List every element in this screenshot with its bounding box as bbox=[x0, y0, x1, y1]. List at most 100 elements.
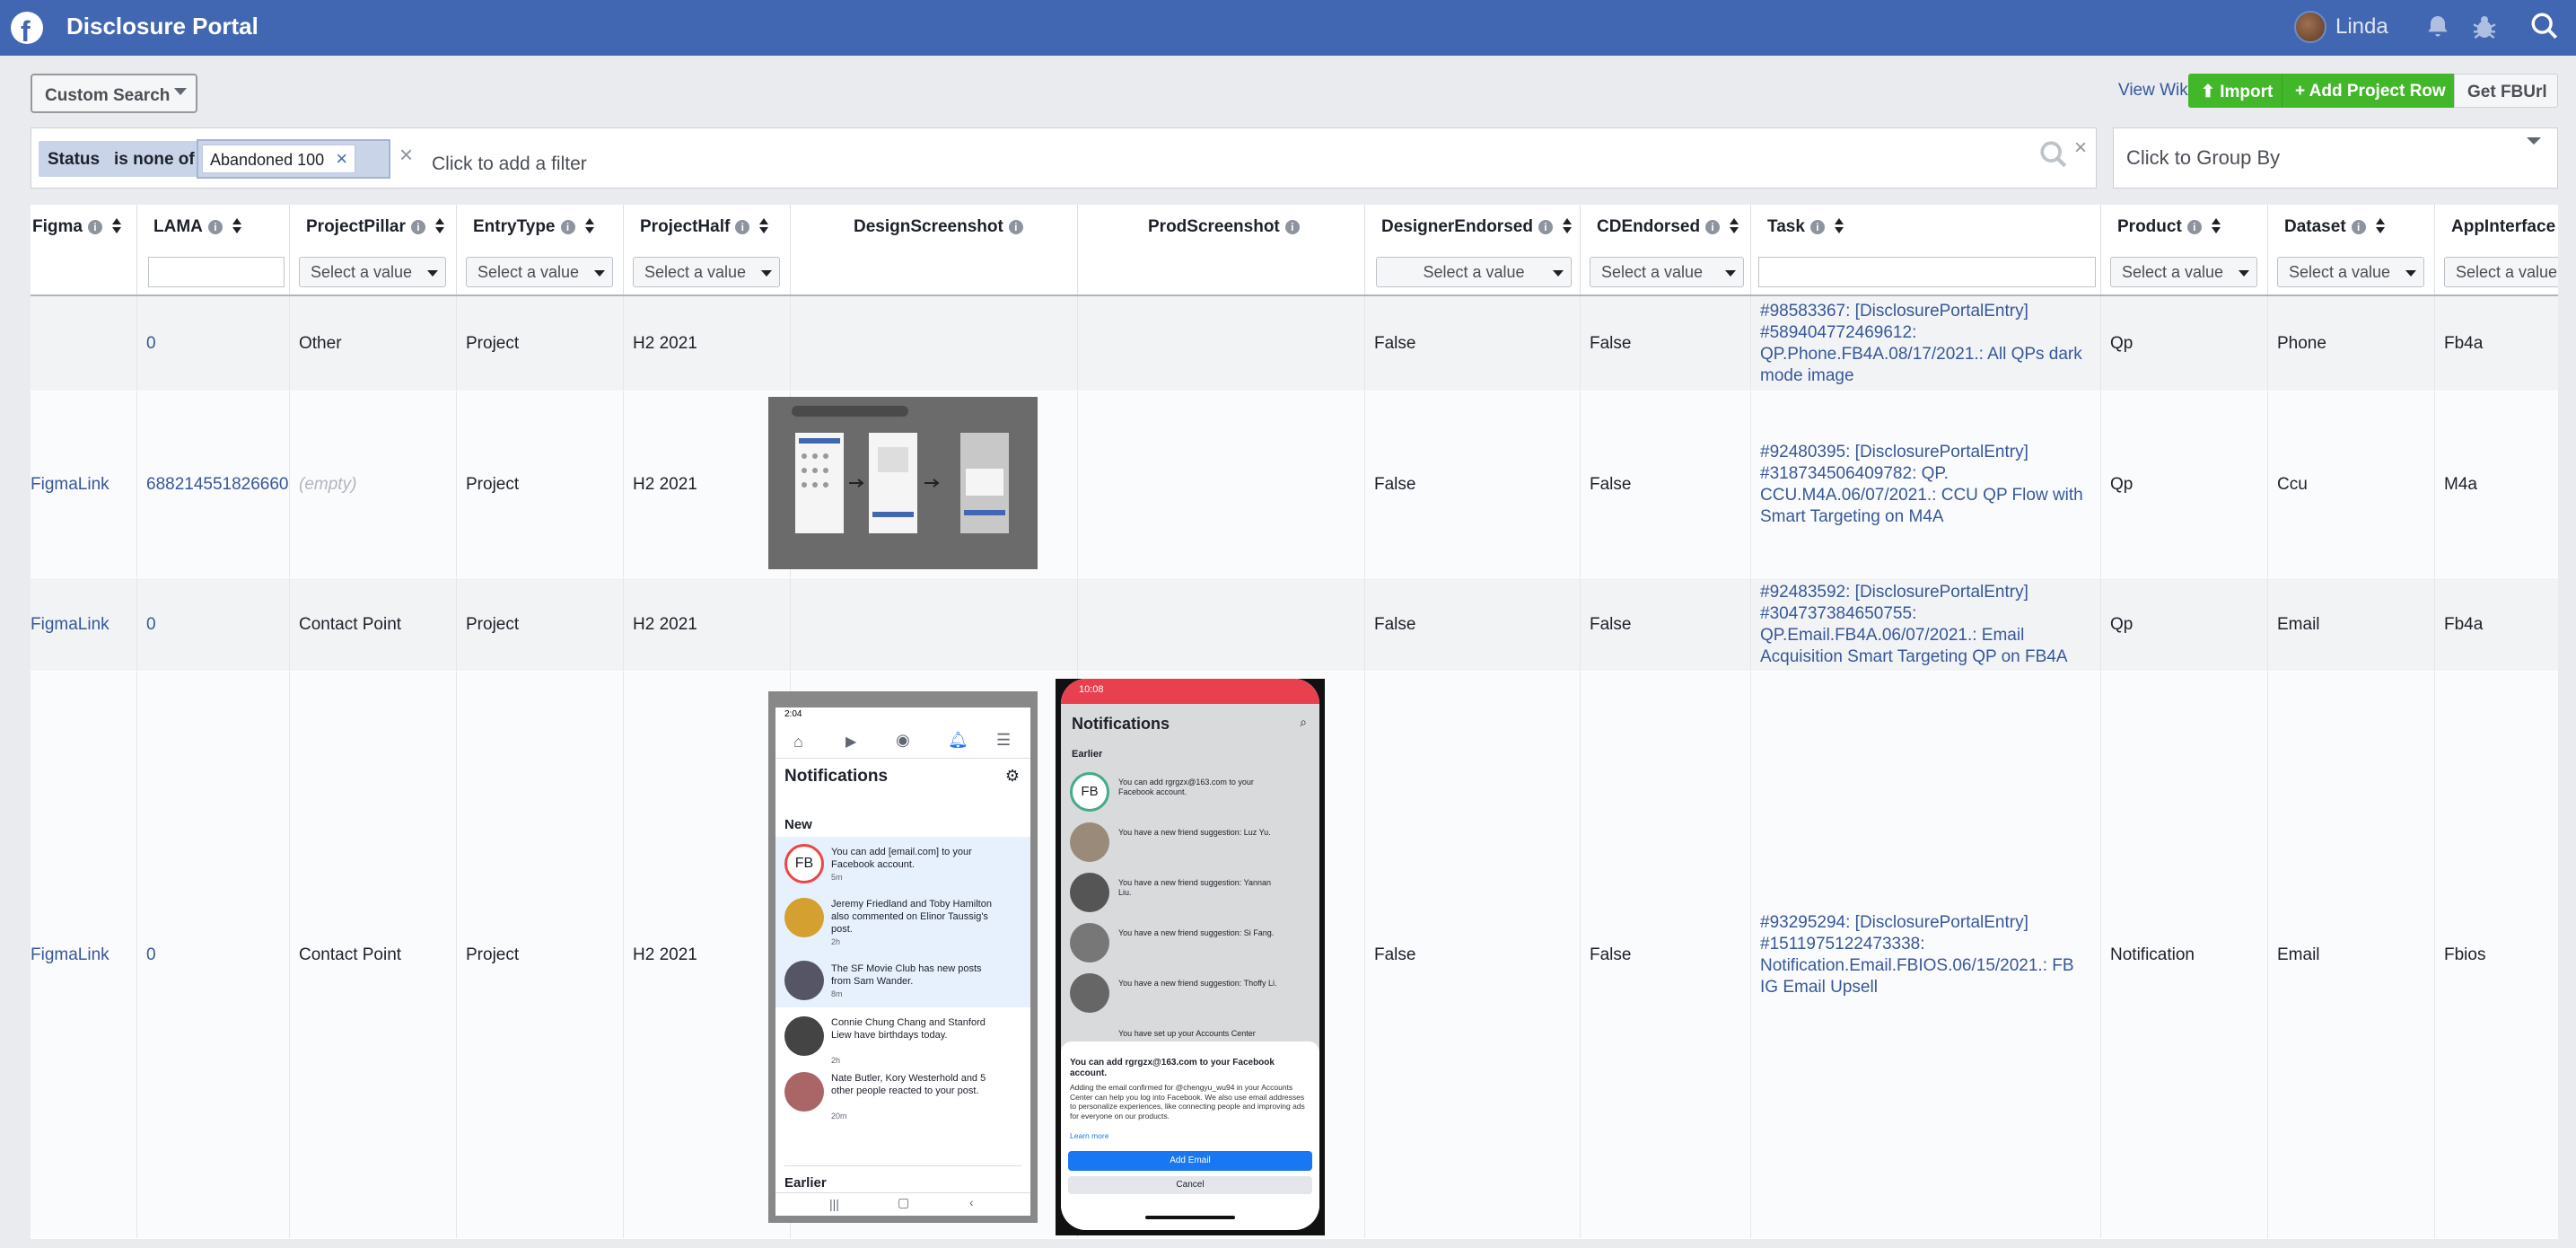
get-fburl-button[interactable]: Get FBUrl bbox=[2454, 74, 2558, 108]
task-link[interactable]: #93295294: [DisclosurePortalEntry] #1511… bbox=[1751, 672, 2101, 1238]
custom-search-dropdown[interactable]: Custom Search bbox=[31, 74, 197, 113]
info-icon[interactable]: i bbox=[1284, 220, 1300, 234]
filter-values[interactable]: Abandoned 100 × bbox=[197, 139, 390, 179]
column-header-designscreenshot[interactable]: DesignScreenshot i bbox=[791, 205, 1078, 294]
info-icon[interactable]: i bbox=[207, 220, 223, 234]
task-link[interactable]: #98583367: [DisclosurePortalEntry] #5894… bbox=[1751, 296, 2101, 391]
sort-icon[interactable] bbox=[111, 218, 122, 234]
info-icon[interactable]: i bbox=[410, 220, 425, 234]
close-icon[interactable]: × bbox=[2074, 136, 2087, 161]
column-header-product[interactable]: Product i Select a value bbox=[2101, 205, 2268, 294]
figma-cell[interactable] bbox=[31, 296, 137, 391]
facebook-logo-icon[interactable]: f bbox=[11, 12, 43, 48]
task-link[interactable]: #92483592: [DisclosurePortalEntry] #3047… bbox=[1751, 578, 2101, 671]
info-icon[interactable]: i bbox=[87, 220, 102, 234]
product-filter-select[interactable]: Select a value bbox=[2110, 257, 2257, 287]
sheet-body: Adding the email confirmed for @chengyu_… bbox=[1070, 1083, 1305, 1121]
info-icon[interactable]: i bbox=[1809, 220, 1825, 234]
fb-avatar-icon: FB bbox=[784, 844, 824, 883]
avatar bbox=[784, 1072, 824, 1112]
chevron-down-icon bbox=[1725, 270, 1736, 277]
entrytype-filter-select[interactable]: Select a value bbox=[466, 257, 613, 287]
sort-icon[interactable] bbox=[584, 218, 595, 234]
figma-cell[interactable]: FigmaLink bbox=[31, 578, 137, 671]
info-icon[interactable]: i bbox=[2186, 220, 2202, 234]
info-icon[interactable]: i bbox=[1538, 220, 1553, 234]
sort-icon[interactable] bbox=[1729, 218, 1739, 234]
column-header-projectpillar[interactable]: ProjectPillar i Select a value bbox=[290, 205, 457, 294]
info-icon[interactable]: i bbox=[1705, 220, 1721, 234]
lama-filter-input[interactable] bbox=[148, 257, 285, 287]
info-icon[interactable]: i bbox=[560, 220, 575, 234]
task-link[interactable]: #92480395: [DisclosurePortalEntry] #3187… bbox=[1751, 391, 2101, 577]
table-row[interactable]: FigmaLink 0 Contact Point Project H2 202… bbox=[31, 578, 2558, 672]
remove-value-icon[interactable]: × bbox=[336, 147, 347, 171]
column-header-lama[interactable]: LAMA i bbox=[137, 205, 290, 294]
info-icon[interactable]: i bbox=[735, 220, 750, 234]
group-by-dropdown[interactable]: Click to Group By bbox=[2113, 127, 2558, 189]
clear-filter-icon[interactable]: × bbox=[399, 141, 413, 169]
info-icon[interactable]: i bbox=[2351, 220, 2366, 234]
add-filter-input[interactable]: Click to add a filter bbox=[432, 154, 587, 175]
column-label: LAMA bbox=[153, 217, 203, 236]
chevron-down-icon bbox=[2405, 270, 2416, 277]
lama-cell[interactable]: 0 bbox=[137, 296, 290, 391]
projectpillar-filter-select[interactable]: Select a value bbox=[299, 257, 446, 287]
filter-value-token[interactable]: Abandoned 100 × bbox=[202, 145, 356, 173]
user-name[interactable]: Linda bbox=[2335, 14, 2388, 40]
bell-icon[interactable] bbox=[2423, 13, 2452, 41]
table-row[interactable]: FigmaLink 688214551826660 (empty) Projec… bbox=[31, 391, 2558, 578]
figma-cell[interactable]: FigmaLink bbox=[31, 391, 137, 577]
filter-bar[interactable]: Status is none of Abandoned 100 × × Clic… bbox=[31, 127, 2097, 189]
phone-tab-bar: ⌂ ▶ ◉ 🔔︎ ☰ bbox=[775, 725, 1030, 759]
sort-icon[interactable] bbox=[434, 218, 445, 234]
design-screenshot-thumbnail[interactable] bbox=[768, 397, 1038, 569]
sort-icon[interactable] bbox=[1834, 218, 1844, 234]
sort-icon[interactable] bbox=[2211, 218, 2221, 234]
search-icon[interactable] bbox=[2038, 139, 2069, 170]
column-header-prodscreenshot[interactable]: ProdScreenshot i bbox=[1078, 205, 1365, 294]
lama-cell[interactable]: 688214551826660 bbox=[137, 391, 290, 577]
add-project-row-button[interactable]: + Add Project Row bbox=[2282, 74, 2454, 108]
appinterface-filter-select[interactable]: Select a value bbox=[2444, 257, 2558, 287]
column-header-dataset[interactable]: Dataset i Select a value bbox=[2268, 205, 2435, 294]
column-header-appinterface[interactable]: AppInterfacei Select a value bbox=[2435, 205, 2558, 294]
sort-icon[interactable] bbox=[2375, 218, 2386, 234]
filter-operator-chip[interactable]: is none of bbox=[105, 141, 204, 177]
cdendorsed-filter-select[interactable]: Select a value bbox=[1590, 257, 1744, 287]
designerendorsed-filter-select[interactable]: Select a value bbox=[1376, 257, 1572, 287]
figma-cell[interactable]: FigmaLink bbox=[31, 672, 137, 1238]
column-header-designerendorsed[interactable]: DesignerEndorsed i Select a value bbox=[1365, 205, 1581, 294]
sort-icon[interactable] bbox=[232, 218, 242, 234]
column-header-figma[interactable]: Figma i bbox=[31, 205, 137, 294]
cd-endorsed-cell: False bbox=[1581, 296, 1751, 391]
column-header-cdendorsed[interactable]: CDEndorsed i Select a value bbox=[1581, 205, 1751, 294]
task-filter-input[interactable] bbox=[1758, 257, 2096, 287]
view-wiki-link[interactable]: View Wiki bbox=[2118, 81, 2192, 101]
table-row[interactable]: 0 Other Project H2 2021 False False #985… bbox=[31, 296, 2558, 391]
app-title[interactable]: Disclosure Portal bbox=[66, 13, 258, 40]
sort-icon[interactable] bbox=[1562, 218, 1573, 234]
design-screenshot-thumbnail[interactable]: 2:04 ⌂ ▶ ◉ 🔔︎ ☰ Notifications ⚙ New FB Y… bbox=[768, 691, 1038, 1223]
sort-icon[interactable] bbox=[758, 218, 769, 234]
pillar-cell: Other bbox=[290, 296, 457, 391]
avatar bbox=[1070, 923, 1109, 962]
appinterface-cell: Fbios bbox=[2444, 945, 2486, 964]
import-button[interactable]: ⬆ Import bbox=[2188, 74, 2282, 108]
info-icon[interactable]: i bbox=[1008, 220, 1023, 234]
lama-cell[interactable]: 0 bbox=[137, 578, 290, 671]
column-header-projecthalf[interactable]: ProjectHalf i Select a value bbox=[624, 205, 791, 294]
search-icon[interactable] bbox=[2529, 11, 2560, 41]
filter-field-chip[interactable]: Status bbox=[39, 141, 110, 177]
dataset-filter-select[interactable]: Select a value bbox=[2277, 257, 2424, 287]
column-header-task[interactable]: Task i bbox=[1751, 205, 2101, 294]
lama-cell[interactable]: 0 bbox=[137, 672, 290, 1238]
prod-screenshot-thumbnail[interactable]: 10:08 Notifications ⌕ Earlier FB You can… bbox=[1056, 679, 1325, 1235]
user-avatar[interactable] bbox=[2294, 11, 2326, 43]
bug-icon[interactable] bbox=[2470, 13, 2499, 41]
column-label: ProdScreenshot bbox=[1148, 217, 1280, 236]
projecthalf-filter-select[interactable]: Select a value bbox=[633, 257, 780, 287]
section-earlier: Earlier bbox=[1072, 749, 1103, 760]
column-header-entrytype[interactable]: EntryType i Select a value bbox=[457, 205, 624, 294]
notif-time: 2h bbox=[831, 1056, 841, 1065]
